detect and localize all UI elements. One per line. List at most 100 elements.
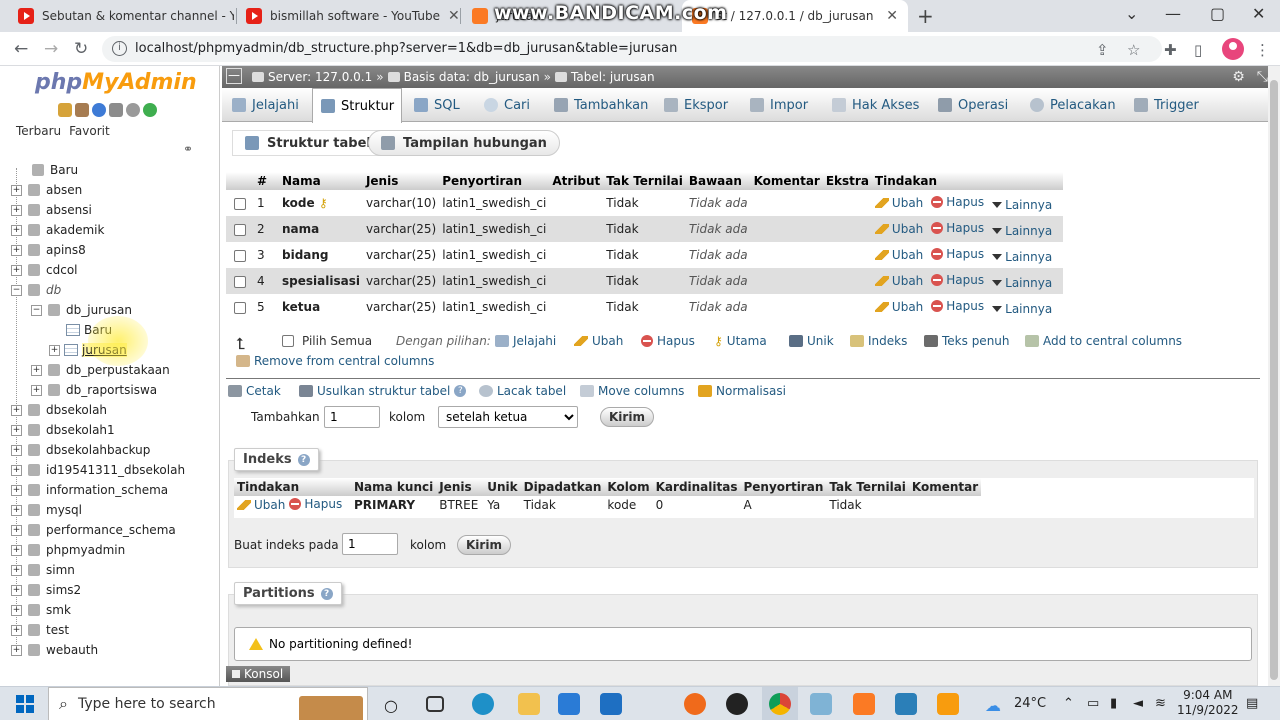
expand-plus-icon[interactable]: + xyxy=(11,424,22,436)
side-panel-icon[interactable]: ▯ xyxy=(1194,41,1202,59)
db-name[interactable]: smk xyxy=(46,603,71,617)
bulk-fulltext[interactable]: Teks penuh xyxy=(924,334,1010,348)
bulk-browse[interactable]: Jelajahi xyxy=(495,334,556,348)
tree-db-db_raportsiswa[interactable]: + db_raportsiswa xyxy=(31,380,157,400)
db-name[interactable]: absensi xyxy=(46,203,92,217)
db-name[interactable]: webauth xyxy=(46,643,98,657)
tree-database[interactable]: + performance_schema xyxy=(11,520,176,540)
profile-avatar[interactable] xyxy=(1222,38,1244,60)
collapse-window-icon[interactable]: ⤡ xyxy=(1257,69,1268,85)
bulk-index[interactable]: Indeks xyxy=(850,334,907,348)
tab-favorites[interactable]: Favorit xyxy=(69,124,110,138)
url-text[interactable]: localhost/phpmyadmin/db_structure.php?se… xyxy=(135,41,677,56)
column-name[interactable]: bidang xyxy=(282,248,329,262)
page-scrollbar[interactable] xyxy=(1268,66,1280,686)
more-actions-dropdown[interactable]: Lainnya xyxy=(992,198,1052,212)
drop-column-link[interactable]: Hapus xyxy=(931,273,984,287)
row-checkbox[interactable] xyxy=(234,275,246,288)
print-link[interactable]: Cetak xyxy=(228,384,281,398)
docs-icon[interactable] xyxy=(109,103,123,117)
cortana-circle-icon[interactable]: ○ xyxy=(384,696,398,715)
expand-plus-icon[interactable]: + xyxy=(49,344,60,356)
tab-browse[interactable]: Jelajahi xyxy=(232,88,299,122)
exit-icon[interactable] xyxy=(75,103,89,117)
bandicam-record-icon[interactable] xyxy=(726,693,748,715)
tree-database[interactable]: + id19541311_dbsekolah xyxy=(11,460,185,480)
tree-database[interactable]: + sims2 xyxy=(11,580,81,600)
link-chain-icon[interactable]: ⚭ xyxy=(183,142,193,156)
db-name[interactable]: dbsekolahbackup xyxy=(46,443,150,457)
tree-database[interactable]: + dbsekolahbackup xyxy=(11,440,150,460)
bulk-edit[interactable]: Ubah xyxy=(574,334,623,348)
breadcrumb-table[interactable]: Tabel: jurusan xyxy=(571,70,655,84)
bookmark-star-icon[interactable]: ☆ xyxy=(1127,41,1140,59)
browser-tab-1[interactable]: Sebutan & komentar channel - Yo ✕ xyxy=(8,0,234,32)
tree-database[interactable]: + smk xyxy=(11,600,71,620)
home-icon[interactable] xyxy=(58,103,72,117)
table-row[interactable]: 3 bidang varchar(25) latin1_swedish_ci Tidak… xyxy=(226,242,1064,268)
reload-icon[interactable]: ↻ xyxy=(74,39,88,59)
expand-plus-icon[interactable]: + xyxy=(11,524,22,536)
site-info-icon[interactable]: i xyxy=(112,41,127,56)
settings-gear-icon[interactable] xyxy=(126,103,140,117)
edit-column-link[interactable]: Ubah xyxy=(874,248,923,262)
column-header[interactable]: Penyortiran xyxy=(439,172,550,190)
tab-privileges[interactable]: Hak Akses xyxy=(832,88,919,122)
tab-export[interactable]: Ekspor xyxy=(664,88,728,122)
tree-database[interactable]: + dbsekolah xyxy=(11,400,107,420)
table-row[interactable]: 2 nama varchar(25) latin1_swedish_ci Tidak Ti… xyxy=(226,216,1064,242)
chrome-icon[interactable] xyxy=(769,693,791,715)
help-icon[interactable]: ? xyxy=(297,453,310,466)
column-header[interactable]: Atribut xyxy=(549,172,604,190)
more-actions-dropdown[interactable]: Lainnya xyxy=(992,224,1052,238)
notification-center-icon[interactable]: ▤ xyxy=(1246,696,1258,711)
expand-plus-icon[interactable]: + xyxy=(31,364,42,376)
edge-browser-icon[interactable] xyxy=(472,693,494,715)
db-name[interactable]: dbsekolah xyxy=(46,403,107,417)
table-row[interactable]: 4 spesialisasi varchar(25) latin1_swedish_c… xyxy=(226,268,1064,294)
url-bar[interactable]: i localhost/phpmyadmin/db_structure.php?… xyxy=(102,36,1162,62)
task-view-icon[interactable] xyxy=(426,696,444,712)
bulk-drop[interactable]: Hapus xyxy=(641,334,695,348)
tree-table-jurusan[interactable]: + jurusan xyxy=(49,340,127,360)
maximize-icon[interactable]: ▢ xyxy=(1210,4,1225,23)
store-icon[interactable] xyxy=(558,693,580,715)
more-actions-dropdown[interactable]: Lainnya xyxy=(992,276,1052,290)
column-header[interactable]: Nama xyxy=(279,172,363,190)
notepad-icon[interactable] xyxy=(810,693,832,715)
browser-tab-2[interactable]: bismillah software - YouTube ✕ xyxy=(236,0,458,32)
tab-triggers[interactable]: Trigger xyxy=(1134,88,1199,122)
bulk-unique[interactable]: Unik xyxy=(789,334,834,348)
tree-db-apins8[interactable]: + apins8 xyxy=(11,240,86,260)
column-header[interactable]: Tak Ternilai xyxy=(603,172,686,190)
row-checkbox[interactable] xyxy=(234,197,246,210)
new-tab-icon[interactable]: + xyxy=(917,4,934,28)
expand-plus-icon[interactable]: + xyxy=(11,564,22,576)
edit-column-link[interactable]: Ubah xyxy=(874,196,923,210)
db-name[interactable]: absen xyxy=(46,183,82,197)
db-name[interactable]: id19541311_dbsekolah xyxy=(46,463,185,477)
tree-db-db_jurusan[interactable]: − db_jurusan xyxy=(31,300,132,320)
expand-plus-icon[interactable]: + xyxy=(11,444,22,456)
add-columns-count-input[interactable] xyxy=(324,406,380,428)
more-actions-dropdown[interactable]: Lainnya xyxy=(992,250,1052,264)
expand-plus-icon[interactable]: + xyxy=(11,604,22,616)
tab-insert[interactable]: Tambahkan xyxy=(554,88,648,122)
expand-plus-icon[interactable]: + xyxy=(11,404,22,416)
column-header[interactable]: # xyxy=(254,172,279,190)
expand-plus-icon[interactable]: + xyxy=(11,504,22,516)
forward-arrow-icon[interactable]: → xyxy=(44,39,58,59)
tree-database[interactable]: + phpmyadmin xyxy=(11,540,125,560)
db-name[interactable]: db_perpustakaan xyxy=(66,363,170,377)
sublime-text-icon[interactable] xyxy=(937,693,959,715)
battery-icon[interactable]: ▮ xyxy=(1110,696,1117,711)
move-columns-link[interactable]: Move columns xyxy=(580,384,684,398)
normalize-link[interactable]: Normalisasi xyxy=(698,384,786,398)
network-icon[interactable]: ▭ xyxy=(1087,696,1099,711)
expand-plus-icon[interactable]: + xyxy=(11,644,22,656)
db-name[interactable]: akademik xyxy=(46,223,104,237)
drop-column-link[interactable]: Hapus xyxy=(931,195,984,209)
close-tab-icon[interactable]: ✕ xyxy=(448,8,458,24)
phpmyadmin-logo[interactable]: phpMyAdmin xyxy=(35,70,197,95)
help-icon[interactable]: ? xyxy=(454,385,467,397)
